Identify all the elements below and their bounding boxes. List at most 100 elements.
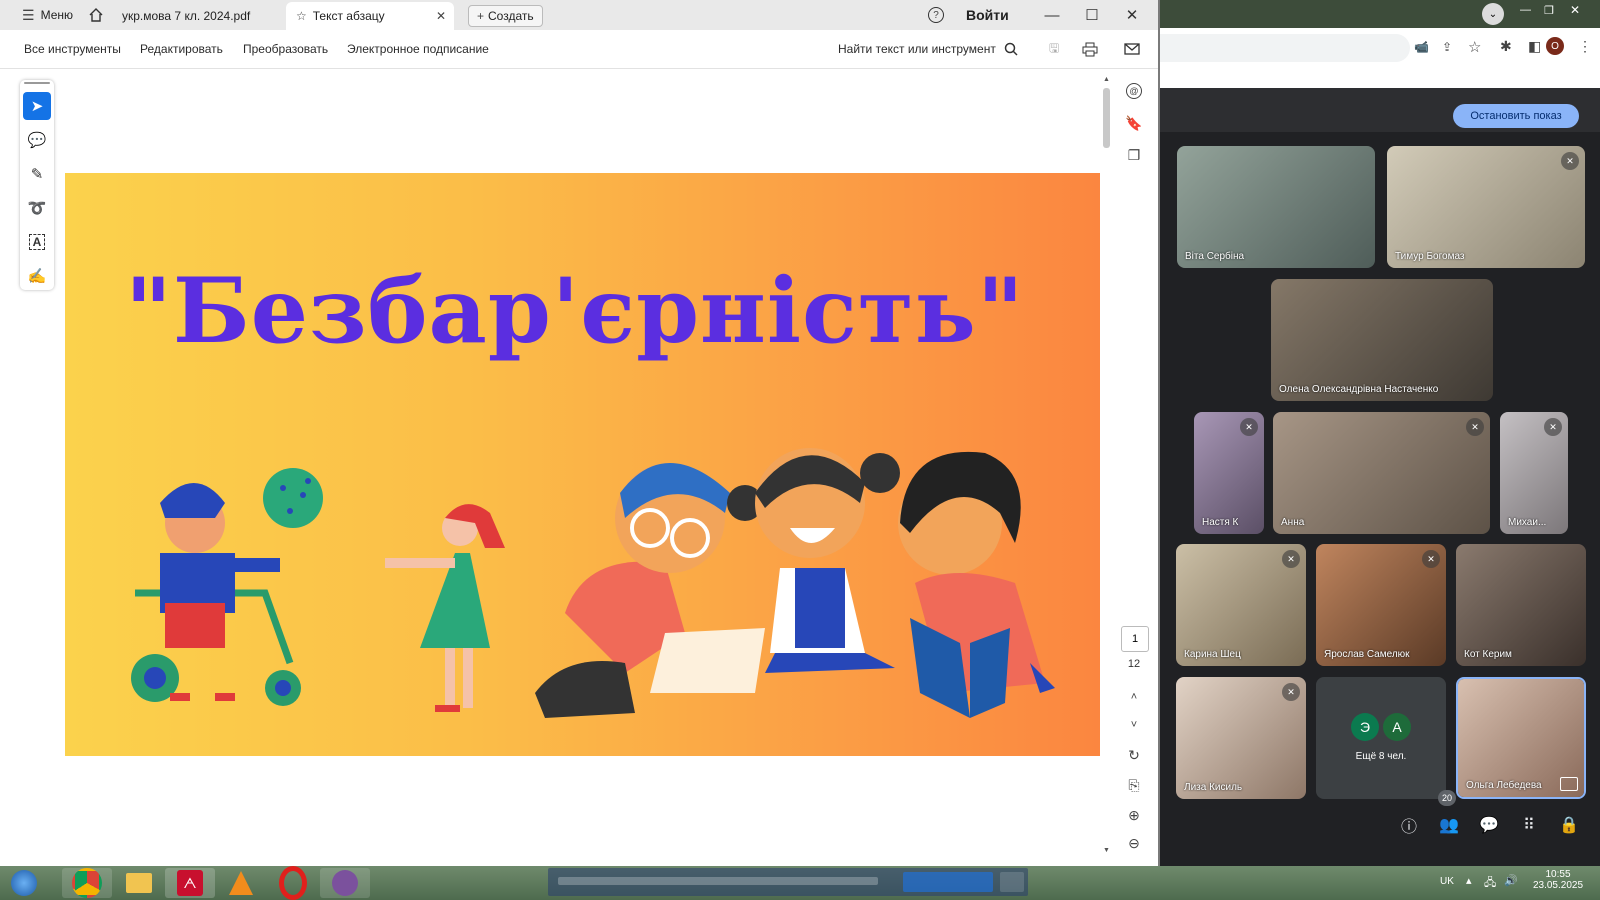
search-tools[interactable]: Найти текст или инструмент	[838, 30, 1018, 68]
address-bar[interactable]	[1160, 34, 1410, 62]
taskbar-chrome[interactable]	[62, 868, 112, 898]
scroll-up-icon[interactable]: ▲	[1103, 76, 1111, 83]
page-number-input[interactable]: 1	[1121, 626, 1149, 652]
zoom-out-icon: ⊖	[1128, 834, 1140, 851]
comment-tool[interactable]: 💬	[23, 126, 51, 154]
taskbar-vlc[interactable]	[216, 868, 266, 898]
participant-tile[interactable]: Віта Сербіна	[1177, 146, 1375, 268]
pin-icon[interactable]	[1560, 777, 1578, 791]
participant-tile[interactable]: ✕ Настя К	[1194, 412, 1264, 534]
help-button[interactable]: ?	[928, 0, 944, 30]
clock[interactable]: 10:55 23.05.2025	[1530, 869, 1586, 891]
host-controls-button[interactable]: 🔒	[1556, 812, 1582, 838]
zoom-out-button[interactable]: ⊖	[1120, 830, 1148, 856]
maximize-icon[interactable]: ❐	[1544, 4, 1554, 17]
activities-button[interactable]: ⠿	[1516, 812, 1542, 838]
language-indicator[interactable]: UK	[1440, 876, 1454, 887]
star-icon: ☆	[296, 9, 307, 23]
taskbar-acrobat[interactable]: ᗅ	[165, 868, 215, 898]
scroll-down-icon[interactable]: ▼	[1103, 847, 1111, 854]
search-icon	[1004, 42, 1018, 56]
search-label: Найти текст или инструмент	[838, 42, 996, 56]
vertical-scrollbar[interactable]: ▲ ▼	[1102, 76, 1112, 854]
tab-pdf[interactable]: укр.мова 7 кл. 2024.pdf	[112, 2, 260, 30]
start-button[interactable]	[4, 868, 44, 898]
extensions-icon[interactable]: ✱	[1500, 38, 1512, 55]
taskbar-explorer[interactable]	[114, 868, 164, 898]
home-button[interactable]	[88, 0, 104, 30]
participant-tile[interactable]: ✕ Тимур Богомаз	[1387, 146, 1585, 268]
close-window-button[interactable]: ✕	[1112, 0, 1152, 30]
network-icon[interactable]: 🖧	[1484, 874, 1496, 893]
participant-tile[interactable]: ✕ Карина Шец	[1176, 544, 1306, 666]
chat-icon: 💬	[1479, 817, 1499, 834]
mail-icon	[1124, 43, 1140, 55]
pages-button[interactable]: ❐	[1120, 142, 1148, 168]
more-participants-tile[interactable]: Э А Ещё 8 чел.	[1316, 677, 1446, 799]
bookmarks-button[interactable]: 🔖	[1120, 110, 1148, 136]
participant-tile[interactable]: ✕ Михаи...	[1500, 412, 1568, 534]
taskbar-viber[interactable]	[320, 868, 370, 898]
camera-icon[interactable]: 📹	[1414, 40, 1429, 54]
rotate-button[interactable]: ↻	[1120, 742, 1148, 768]
participant-tile[interactable]: Ольга Лебедева	[1456, 677, 1586, 799]
close-icon[interactable]: ✕	[436, 9, 446, 23]
scroll-thumb[interactable]	[1103, 88, 1110, 148]
draw-tool[interactable]: ➰	[23, 194, 51, 222]
avatar[interactable]: О	[1546, 37, 1564, 55]
menu-esign[interactable]: Электронное подписание	[347, 30, 489, 68]
opera-icon	[279, 866, 307, 900]
text-tool[interactable]: A	[23, 228, 51, 256]
tray-arrow-icon[interactable]: ▴	[1466, 874, 1472, 887]
select-tool[interactable]: ➤	[23, 92, 51, 120]
notification-dismiss-button[interactable]	[1000, 872, 1024, 892]
next-page-button[interactable]: ˅	[1120, 712, 1148, 738]
star-icon[interactable]: ☆	[1468, 38, 1481, 56]
taskbar-opera[interactable]	[268, 866, 318, 900]
drag-handle[interactable]	[24, 82, 50, 84]
menu-edit[interactable]: Редактировать	[140, 30, 223, 68]
participant-tile[interactable]: Кот Керим	[1456, 544, 1586, 666]
prev-page-button[interactable]: ˄	[1120, 684, 1148, 710]
stop-presenting-button[interactable]: Остановить показ	[1453, 104, 1579, 128]
close-icon[interactable]: ✕	[1570, 3, 1580, 17]
menu-all-tools[interactable]: Все инструменты	[24, 30, 121, 68]
volume-icon[interactable]: 🔊	[1504, 874, 1518, 887]
share-icon[interactable]: ⇪	[1442, 40, 1452, 54]
minimize-button[interactable]: —	[1032, 0, 1072, 30]
sign-tool[interactable]: ✍	[23, 262, 51, 290]
create-button[interactable]: + Создать	[468, 5, 543, 27]
slide-page: "Безбар'єрність"	[65, 173, 1100, 756]
windows-icon	[11, 870, 37, 896]
minimize-icon[interactable]: —	[1520, 4, 1531, 16]
save-button[interactable]: 🖫	[1049, 30, 1059, 68]
tab-active[interactable]: ☆ Текст абзацу ✕	[286, 2, 454, 30]
ai-assistant-button[interactable]: @	[1120, 78, 1148, 104]
maximize-button[interactable]: ☐	[1072, 0, 1112, 30]
zoom-in-button[interactable]: ⊕	[1120, 802, 1148, 828]
print-button[interactable]	[1082, 30, 1098, 68]
acrobat-window: ☰ Меню укр.мова 7 кл. 2024.pdf ☆ Текст а…	[0, 0, 1160, 868]
sidepanel-icon[interactable]: ◧	[1528, 38, 1541, 55]
tab-search-button[interactable]: ⌄	[1482, 3, 1504, 25]
chat-button[interactable]: 💬	[1476, 812, 1502, 838]
export-button[interactable]: ⎘	[1120, 772, 1148, 798]
pages-icon: ❐	[1127, 146, 1141, 163]
minimize-icon: —	[1044, 6, 1060, 24]
menu-button[interactable]: ☰ Меню	[22, 0, 73, 30]
signin-button[interactable]: Войти	[966, 0, 1009, 30]
participant-tile[interactable]: ✕ Лиза Кисиль	[1176, 677, 1306, 799]
menu-convert[interactable]: Преобразовать	[243, 30, 328, 68]
bookmark-icon: 🔖	[1125, 114, 1143, 131]
mail-button[interactable]	[1124, 30, 1140, 68]
people-button[interactable]: 👥	[1436, 812, 1462, 838]
info-button[interactable]: ⓘ	[1396, 812, 1422, 838]
participant-tile[interactable]: Олена Олександрівна Настаченко	[1271, 279, 1493, 401]
highlight-tool[interactable]: ✎	[23, 160, 51, 188]
participant-tile[interactable]: ✕ Ярослав Самелюк	[1316, 544, 1446, 666]
notification-action-button[interactable]	[903, 872, 993, 892]
participant-name: Настя К	[1202, 517, 1239, 528]
more-icon[interactable]: ⋮	[1578, 38, 1592, 55]
title-bar: ☰ Меню укр.мова 7 кл. 2024.pdf ☆ Текст а…	[0, 0, 1158, 31]
participant-tile[interactable]: ✕ Анна	[1273, 412, 1490, 534]
